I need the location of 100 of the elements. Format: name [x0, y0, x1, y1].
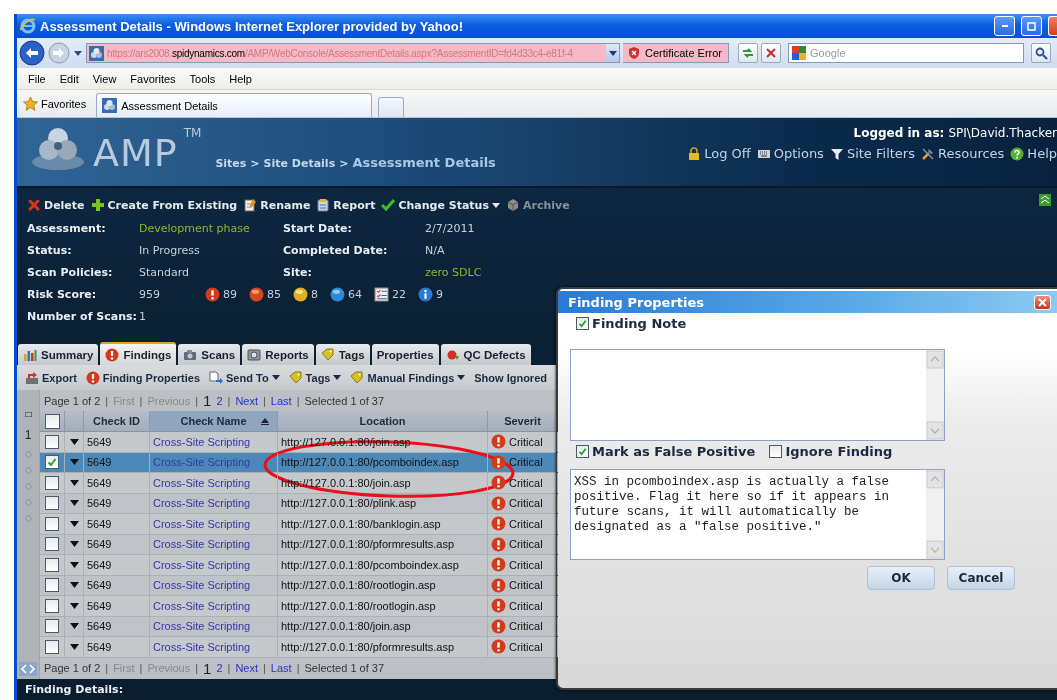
table-row[interactable]: 5649 Cross-Site Scripting http://127.0.0.1:80/join.asp Critical	[40, 616, 557, 637]
table-row[interactable]: 5649 Cross-Site Scripting http://127.0.0.1:80/pformresults.asp Critical	[40, 637, 557, 658]
tab[interactable]: Properties	[371, 344, 439, 365]
table-cell[interactable]: Cross-Site Scripting	[150, 575, 278, 595]
toolbar-button[interactable]: Show Ignored	[474, 371, 547, 384]
close-button[interactable]	[1048, 16, 1057, 36]
page-number[interactable]: 1	[203, 659, 212, 677]
expand-arrow-icon[interactable]	[69, 520, 79, 527]
table-cell[interactable]: Cross-Site Scripting	[150, 493, 278, 513]
action-button[interactable]: Create From Existing	[90, 198, 238, 212]
expand-arrow-icon[interactable]	[69, 582, 79, 589]
header-link[interactable]: Resources	[920, 146, 1005, 161]
column-header[interactable]: Location	[278, 411, 488, 431]
pager-link[interactable]: Next	[235, 394, 258, 407]
header-link[interactable]: Options	[756, 146, 824, 161]
table-cell[interactable]: Cross-Site Scripting	[150, 514, 278, 534]
expand-arrow-icon[interactable]	[69, 500, 79, 507]
checkbox[interactable]	[45, 578, 59, 593]
field-link[interactable]: zero SDLC	[425, 265, 575, 279]
table-row[interactable]: 5649 Cross-Site Scripting http://127.0.0.1:80/pformresults.asp Critical	[40, 534, 557, 555]
checkbox[interactable]	[576, 317, 589, 330]
header-link[interactable]: Site Filters	[829, 146, 915, 161]
close-button[interactable]	[1034, 294, 1051, 310]
checkbox[interactable]	[45, 516, 59, 531]
page-number[interactable]: 2	[216, 394, 223, 407]
checkbox[interactable]	[45, 639, 59, 654]
tab[interactable]: QC Defects	[440, 344, 531, 365]
action-button[interactable]: Rename	[243, 198, 311, 212]
table-cell[interactable]: Cross-Site Scripting	[150, 534, 278, 554]
pager-link[interactable]: Last	[270, 662, 292, 674]
breadcrumb-link[interactable]: Sites	[215, 157, 247, 170]
table-row[interactable]: 5649 Cross-Site Scripting http://127.0.0.1:80/rootlogin.asp Critical	[40, 596, 557, 617]
pager-link[interactable]: Next	[235, 662, 258, 674]
expand-arrow-icon[interactable]	[69, 623, 79, 630]
expand-arrow-icon[interactable]	[69, 541, 79, 548]
expand-arrow-icon[interactable]	[69, 438, 79, 445]
breadcrumb-link[interactable]: Site Details	[263, 157, 336, 170]
expand-arrow-icon[interactable]	[69, 459, 79, 466]
header-link[interactable]: Log Off	[687, 146, 751, 161]
refresh-button[interactable]	[738, 43, 759, 63]
menu-item[interactable]: Favorites	[123, 72, 183, 85]
page-number[interactable]: 1	[203, 392, 212, 409]
table-cell[interactable]: Cross-Site Scripting	[150, 555, 278, 575]
stop-button[interactable]	[761, 43, 782, 63]
table-row[interactable]: 5649 Cross-Site Scripting http://127.0.0.1:80/banklogin.asp Critical	[40, 514, 557, 535]
expand-arrow-icon[interactable]	[69, 643, 79, 650]
minimize-button[interactable]	[994, 16, 1015, 36]
action-button[interactable]: Report	[316, 198, 376, 212]
toolbar-button[interactable]: Manual Findings	[350, 370, 466, 385]
tab[interactable]: Scans	[178, 344, 241, 365]
search-button[interactable]	[1031, 43, 1052, 63]
browser-tab[interactable]: Assessment Details	[96, 93, 373, 117]
menu-item[interactable]: Edit	[52, 72, 86, 85]
expand-arrow-icon[interactable]	[69, 479, 79, 486]
column-header[interactable]: Check Name	[150, 411, 278, 431]
field-link[interactable]: Development phase	[139, 221, 283, 235]
action-button[interactable]: Delete	[27, 198, 85, 212]
menu-item[interactable]: File	[21, 72, 53, 85]
note-field[interactable]	[570, 349, 945, 441]
checkbox[interactable]	[45, 455, 59, 470]
table-cell[interactable]: Cross-Site Scripting	[150, 432, 278, 452]
checkbox[interactable]	[45, 434, 59, 449]
tab[interactable]: Reports	[242, 344, 314, 365]
pager-link[interactable]: Last	[270, 394, 292, 407]
scrollbar[interactable]	[926, 350, 944, 440]
tab[interactable]: Tags	[315, 344, 370, 365]
back-button[interactable]	[19, 40, 45, 66]
comment-field[interactable]: XSS in pcomboindex.asp is actually a false positive. Flag it here so if it appears in future scans, it will automatically be designated as a "false positive."	[570, 469, 945, 560]
forward-button[interactable]	[48, 42, 70, 64]
table-cell[interactable]: Cross-Site Scripting	[150, 473, 278, 493]
checkbox[interactable]	[769, 445, 783, 458]
toolbar-button[interactable]: Tags	[288, 370, 342, 385]
tab[interactable]: Summary	[18, 344, 99, 365]
maximize-button[interactable]	[1021, 16, 1042, 36]
checkbox[interactable]	[44, 413, 60, 429]
address-field[interactable]: https://ars2008.spidynamics.com/AMP/WebConsole/AssessmentDetails.aspx?AssessmentID=fd4d33c4-e81f-4	[86, 43, 620, 63]
checkbox[interactable]	[45, 475, 59, 490]
menu-item[interactable]: View	[85, 72, 124, 85]
expand-arrow-icon[interactable]	[69, 602, 79, 609]
action-button[interactable]: Change Status	[381, 198, 500, 212]
toolbar-button[interactable]: Export	[25, 370, 77, 385]
checkbox[interactable]	[45, 496, 59, 511]
table-row[interactable]: 5649 Cross-Site Scripting http://127.0.0.1:80/pcomboindex.asp Critical	[40, 555, 557, 576]
menu-item[interactable]: Help	[222, 72, 259, 85]
toolbar-button[interactable]: Finding Properties	[85, 370, 201, 385]
header-link[interactable]: Help	[1010, 146, 1057, 161]
checkbox[interactable]	[45, 557, 59, 572]
dialog-button[interactable]: OK	[867, 566, 935, 590]
tab[interactable]: Findings	[100, 342, 177, 365]
favorites-button[interactable]: Favorites	[19, 91, 91, 116]
breadcrumb-link[interactable]: Assessment Details	[352, 155, 496, 170]
expand-arrow-icon[interactable]	[69, 561, 79, 568]
checkbox[interactable]	[45, 598, 59, 613]
table-cell[interactable]: Cross-Site Scripting	[150, 596, 278, 616]
toolbar-button[interactable]: Send To	[209, 370, 280, 385]
table-row[interactable]: 5649 Cross-Site Scripting http://127.0.0.1:80/rootlogin.asp Critical	[40, 575, 557, 596]
checkbox[interactable]	[45, 619, 59, 634]
checkbox[interactable]	[576, 445, 589, 458]
checkbox[interactable]	[45, 537, 59, 552]
dialog-button[interactable]: Cancel	[947, 566, 1015, 590]
